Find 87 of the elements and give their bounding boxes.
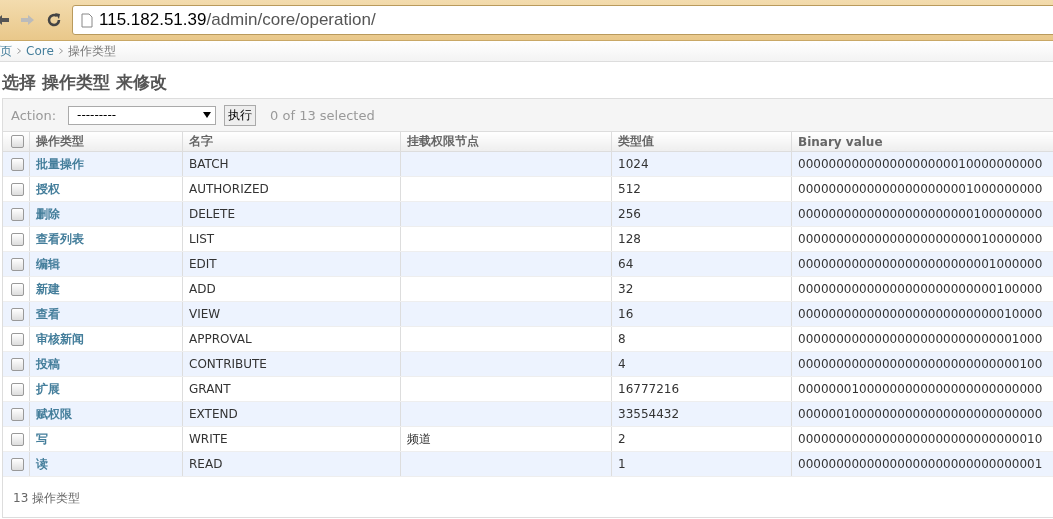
table-cell: 00000000000000000000000001000000 — [798, 257, 1043, 271]
table-cell: EDIT — [189, 257, 217, 271]
table-cell: DELETE — [189, 207, 235, 221]
dropdown-caret-icon — [203, 112, 212, 118]
table-cell: VIEW — [189, 307, 221, 321]
row-checkbox[interactable] — [11, 457, 24, 471]
address-bar[interactable]: 115.182.51.39/admin/core/operation/ — [72, 5, 1053, 35]
selection-counter: 0 of 13 selected — [270, 107, 375, 123]
record-link[interactable]: 查看 — [36, 306, 60, 321]
table-cell: 00000000000000000000000000000001 — [798, 457, 1043, 471]
table-cell: APPROVAL — [189, 332, 252, 346]
table-cell: 4 — [618, 357, 626, 371]
reload-icon[interactable] — [46, 12, 62, 28]
column-header[interactable]: 名字 — [182, 132, 401, 152]
record-link[interactable]: 授权 — [36, 181, 60, 196]
page-icon — [81, 12, 93, 28]
row-checkbox[interactable] — [11, 257, 24, 271]
record-link[interactable]: 批量操作 — [36, 156, 84, 171]
table-cell: 1024 — [618, 157, 649, 171]
breadcrumb-separator-icon — [58, 48, 63, 54]
table-cell: CONTRIBUTE — [189, 357, 267, 371]
breadcrumb-separator-icon — [17, 48, 21, 54]
table-cell: 00000000000000000000000000000100 — [798, 357, 1043, 371]
breadcrumb-link[interactable]: Core — [26, 44, 54, 58]
table-cell: 64 — [618, 257, 634, 271]
row-checkbox[interactable] — [11, 357, 24, 371]
record-link[interactable]: 审核新闻 — [36, 331, 84, 346]
column-header[interactable]: 类型值 — [611, 132, 792, 152]
record-link[interactable]: 新建 — [36, 281, 60, 296]
table-cell: 8 — [618, 332, 626, 346]
action-select[interactable]: --------- — [68, 105, 217, 125]
table-cell: 16 — [618, 307, 634, 321]
table-cell: 1 — [618, 457, 626, 471]
table-cell: 00000000000000000000001000000000 — [798, 182, 1043, 196]
table-cell: ADD — [189, 282, 216, 296]
table-cell: 00000000000000000000000000000010 — [798, 432, 1043, 446]
row-checkbox[interactable] — [11, 207, 24, 221]
table-cell: 33554432 — [618, 407, 680, 421]
table-cell: 00000000000000000000000000010000 — [798, 307, 1043, 321]
page-title: 选择 操作类型 来修改 — [1, 71, 168, 94]
action-label: Action: — [11, 107, 57, 123]
row-checkbox[interactable] — [11, 432, 24, 446]
go-button[interactable]: 执行 — [224, 104, 257, 126]
table-cell: 32 — [618, 282, 634, 296]
record-link[interactable]: 投稿 — [36, 356, 60, 371]
table-cell: 频道 — [407, 431, 431, 446]
table-cell: 00000000000000000000000010000000 — [798, 232, 1043, 246]
table-cell: 512 — [618, 182, 641, 196]
row-checkbox[interactable] — [11, 282, 24, 296]
table-cell: AUTHORIZED — [189, 182, 269, 196]
table-cell: 256 — [618, 207, 641, 221]
row-checkbox[interactable] — [11, 182, 24, 196]
table-cell: 00000000000000000000000000100000 — [798, 282, 1043, 296]
row-checkbox[interactable] — [11, 332, 24, 346]
column-header[interactable]: 挂载权限节点 — [400, 132, 612, 152]
table-cell: READ — [189, 457, 223, 471]
table-cell: 00000000000000000000000100000000 — [798, 207, 1043, 221]
breadcrumb-link[interactable]: 页 — [0, 42, 12, 60]
result-count: 13 操作类型 — [13, 491, 81, 505]
table-cell: BATCH — [189, 157, 229, 171]
table-cell: 00000010000000000000000000000000 — [798, 407, 1043, 421]
table-cell: EXTEND — [189, 407, 238, 421]
table-cell: 00000001000000000000000000000000 — [798, 382, 1043, 396]
table-cell: 00000000000000000000010000000000 — [798, 157, 1043, 171]
table-cell: 2 — [618, 432, 626, 446]
breadcrumb-current: 操作类型 — [67, 42, 116, 60]
table-cell: 16777216 — [618, 382, 680, 396]
record-link[interactable]: 编辑 — [36, 256, 60, 271]
table-cell: WRITE — [189, 432, 228, 446]
record-link[interactable]: 扩展 — [36, 381, 60, 396]
row-checkbox[interactable] — [11, 407, 24, 421]
record-link[interactable]: 删除 — [36, 206, 60, 221]
record-link[interactable]: 赋权限 — [36, 406, 72, 421]
row-checkbox[interactable] — [11, 232, 24, 246]
record-link[interactable]: 写 — [36, 431, 48, 446]
table-cell: LIST — [189, 232, 215, 246]
record-link[interactable]: 查看列表 — [36, 231, 84, 246]
table-cell: GRANT — [189, 382, 231, 396]
row-checkbox[interactable] — [11, 307, 24, 321]
column-header[interactable]: 操作类型 — [29, 132, 183, 152]
row-checkbox[interactable] — [11, 382, 24, 396]
row-checkbox[interactable] — [11, 135, 24, 148]
column-header[interactable]: Binary value — [791, 132, 1053, 152]
table-cell: 128 — [618, 232, 641, 246]
table-cell: 00000000000000000000000000001000 — [798, 332, 1043, 346]
row-checkbox[interactable] — [11, 157, 24, 171]
record-link[interactable]: 读 — [36, 456, 48, 471]
